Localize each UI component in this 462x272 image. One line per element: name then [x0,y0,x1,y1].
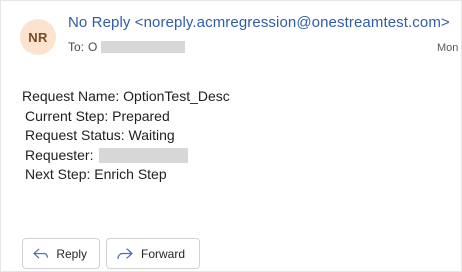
reply-arrow-icon [33,248,48,258]
current-step-line: Current Step: Prepared [25,107,170,124]
forward-label: Forward [141,246,186,261]
sender-address[interactable]: No Reply <noreply.acmregression@onestrea… [68,14,450,31]
request-status-line: Request Status: Waiting [25,127,175,143]
message-body: Request Name: OptionTest_Desc Current St… [22,87,230,185]
avatar-initials: NR [28,29,48,45]
email-message-pane: NR No Reply <noreply.acmregression@onest… [0,0,462,272]
reply-label: Reply [56,246,87,261]
recipient-redacted [101,41,186,53]
to-label: To: [68,40,85,54]
next-step-line: Next Step: Enrich Step [25,166,167,182]
recipient-row: To: O [68,40,186,54]
requester-redacted [99,147,189,163]
message-actions: Reply Forward [22,238,200,269]
requester-label: Requester: [25,146,94,163]
forward-arrow-icon [117,247,133,259]
forward-button[interactable]: Forward [106,238,200,269]
reply-button[interactable]: Reply [22,238,100,269]
requester-line: Requester: [22,146,230,166]
sender-avatar: NR [20,19,56,55]
recipient-initial: O [88,40,98,54]
request-name-line: Request Name: OptionTest_Desc [22,88,230,104]
message-date: Mon [437,42,459,54]
